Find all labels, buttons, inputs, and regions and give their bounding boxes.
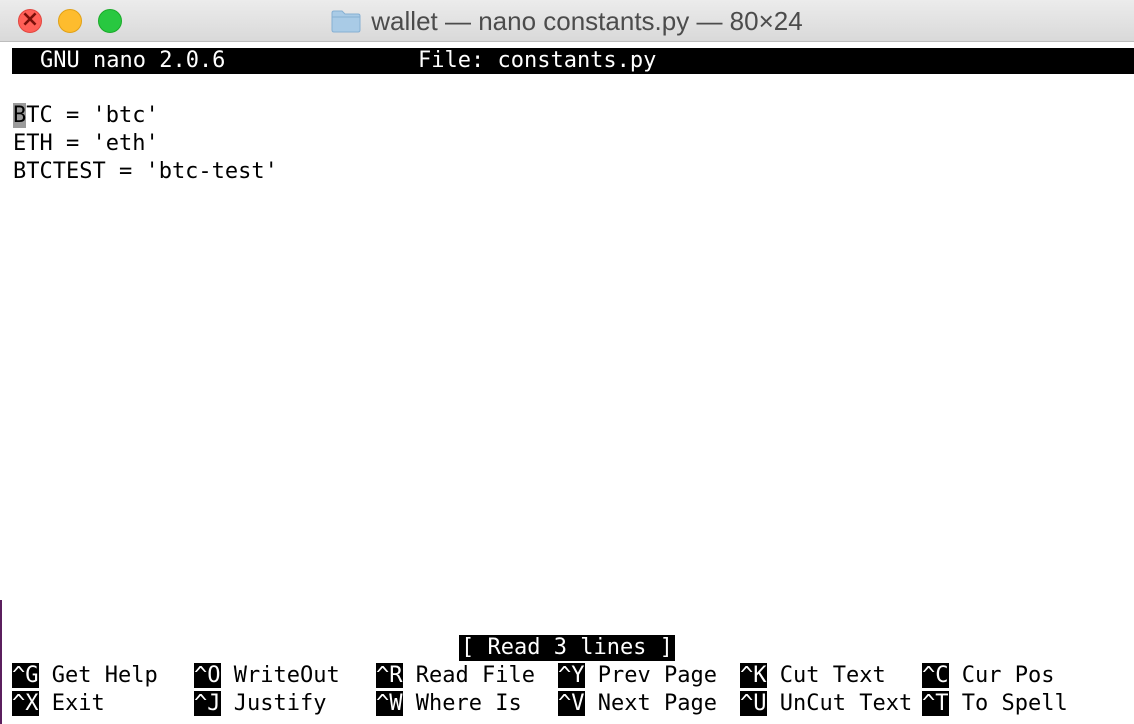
shortcut-writeout[interactable]: ^O WriteOut [194,662,340,690]
title-bar[interactable]: wallet — nano constants.py — 80×24 [0,0,1134,42]
terminal-window: wallet — nano constants.py — 80×24 GNU n… [0,0,1134,724]
status-message: [ Read 3 lines ] [459,635,675,661]
shortcut-key: ^W [376,691,403,716]
shortcut-to-spell[interactable]: ^T To Spell [922,690,1068,718]
shortcut-exit[interactable]: ^X Exit [12,690,105,718]
window-title: wallet — nano constants.py — 80×24 [371,5,803,36]
shortcut-label: Prev Page [584,663,717,688]
nano-header-bar: GNU nano 2.0.6 File: constants.py [12,48,1134,74]
shortcut-label: Where Is [402,691,522,716]
terminal-content[interactable]: GNU nano 2.0.6 File: constants.py BTC = … [0,42,1134,724]
shortcut-prev-page[interactable]: ^Y Prev Page [558,662,717,690]
window-title-group: wallet — nano constants.py — 80×24 [0,0,1134,42]
shortcut-get-help[interactable]: ^G Get Help [12,662,158,690]
code-line-text: TC = 'btc' [26,103,159,128]
shortcut-key: ^X [12,691,39,716]
shortcut-label: Read File [402,663,535,688]
shortcut-label: Cur Pos [948,663,1055,688]
shortcut-key: ^Y [558,663,585,688]
shortcut-cut-text[interactable]: ^K Cut Text [740,662,886,690]
code-line-1[interactable]: BTC = 'btc' [13,102,159,130]
shortcut-uncut-text[interactable]: ^U UnCut Text [740,690,912,718]
shortcut-label: Justify [220,691,327,716]
shortcut-key: ^K [740,663,767,688]
text-cursor: B [13,103,27,128]
shortcut-label: Exit [38,691,105,716]
shortcut-label: UnCut Text [766,691,913,716]
nano-version: GNU nano 2.0.6 [40,48,226,73]
shortcut-justify[interactable]: ^J Justify [194,690,326,718]
shortcut-read-file[interactable]: ^R Read File [376,662,535,690]
shortcut-key: ^C [922,663,949,688]
shortcut-key: ^V [558,691,585,716]
code-line-2[interactable]: ETH = 'eth' [13,130,159,158]
shortcut-label: Get Help [38,663,158,688]
code-line-3[interactable]: BTCTEST = 'btc-test' [13,158,278,186]
nano-file-label: File: constants.py [418,48,657,73]
shortcut-cur-pos[interactable]: ^C Cur Pos [922,662,1054,690]
shortcut-key: ^T [922,691,949,716]
shortcut-label: Next Page [584,691,717,716]
shortcut-key: ^J [194,691,221,716]
shortcut-key: ^G [12,663,39,688]
shortcut-where-is[interactable]: ^W Where Is [376,690,522,718]
shortcut-key: ^O [194,663,221,688]
shortcut-next-page[interactable]: ^V Next Page [558,690,717,718]
shortcut-label: Cut Text [766,663,886,688]
shortcut-key: ^U [740,691,767,716]
shortcut-key: ^R [376,663,403,688]
shortcut-label: To Spell [948,691,1068,716]
folder-icon [331,9,361,33]
shortcut-label: WriteOut [220,663,340,688]
